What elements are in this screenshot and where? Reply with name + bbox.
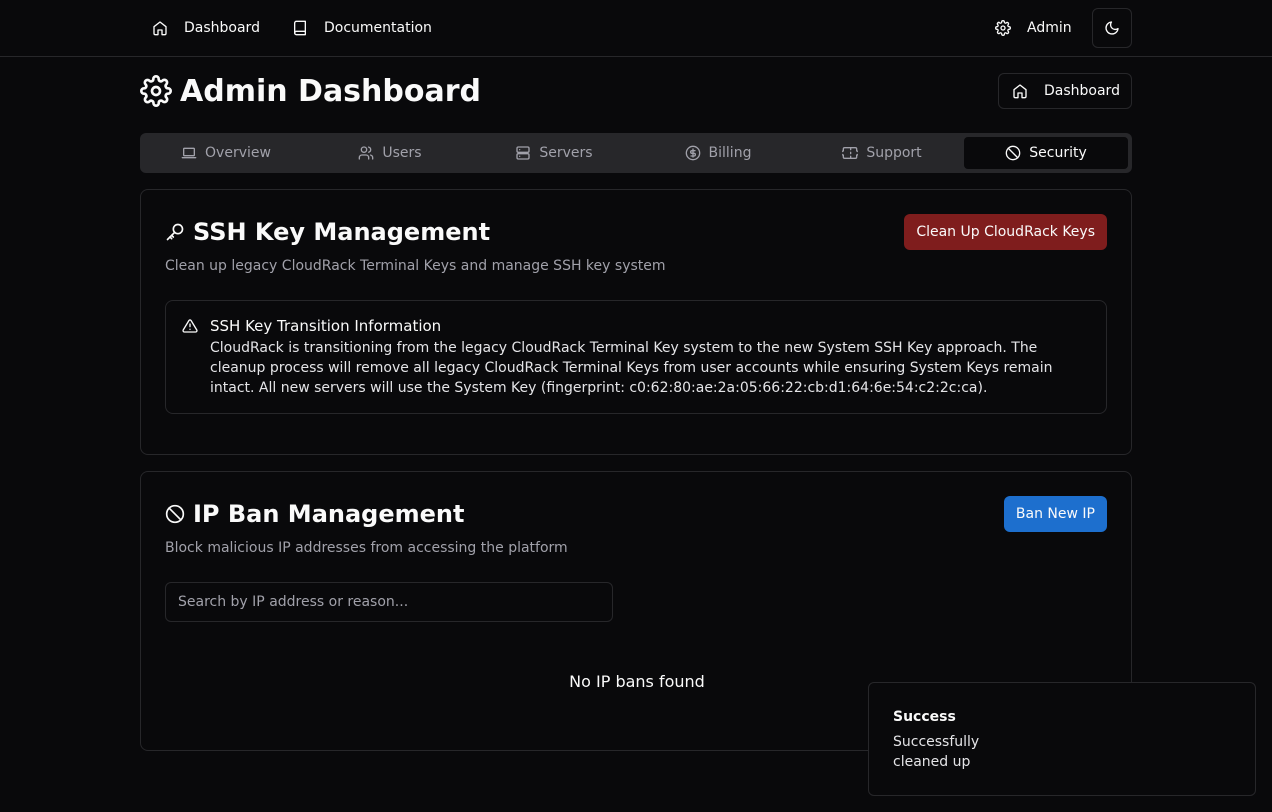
tab-label: Billing	[708, 145, 752, 161]
toast-message: Successfully cleaned up CloudRack Termin…	[893, 734, 980, 770]
ssh-transition-alert: SSH Key Transition Information CloudRack…	[165, 300, 1107, 414]
ssh-key-management-card: SSH Key Management Clean up legacy Cloud…	[140, 189, 1132, 455]
tab-servers[interactable]: Servers	[472, 137, 636, 169]
cleanup-keys-button[interactable]: Clean Up CloudRack Keys	[904, 214, 1107, 250]
nav-admin-link[interactable]: Admin	[995, 12, 1072, 44]
ssh-card-title-text: SSH Key Management	[193, 218, 491, 246]
page-title: Admin Dashboard	[140, 72, 481, 110]
ban-new-ip-button[interactable]: Ban New IP	[1003, 496, 1107, 532]
tab-security[interactable]: Security	[964, 137, 1128, 169]
top-navigation: Dashboard Documentation Admin	[0, 0, 1272, 57]
users-icon	[358, 145, 374, 161]
alert-body: CloudRack is transitioning from the lega…	[210, 340, 1053, 396]
home-icon	[1012, 83, 1028, 99]
ban-icon	[1005, 145, 1021, 161]
success-toast[interactable]: Success Successfully cleaned up CloudRac…	[868, 682, 1256, 796]
ticket-icon	[842, 145, 859, 161]
book-icon	[292, 20, 308, 36]
toast-title: Success	[893, 709, 956, 725]
tab-label: Servers	[539, 145, 593, 161]
home-icon	[152, 20, 168, 36]
tab-label: Support	[866, 145, 922, 161]
admin-tabs: Overview Users Servers Billing Support S…	[140, 133, 1132, 173]
nav-admin-label: Admin	[1027, 20, 1072, 36]
tab-users[interactable]: Users	[308, 137, 472, 169]
gear-icon	[995, 20, 1011, 36]
ip-card-title-text: IP Ban Management	[193, 500, 465, 528]
ssh-card-title: SSH Key Management	[165, 216, 490, 248]
ssh-card-description: Clean up legacy CloudRack Terminal Keys …	[165, 258, 666, 274]
key-icon	[165, 222, 185, 242]
tab-label: Security	[1029, 145, 1087, 161]
alert-title: SSH Key Transition Information	[210, 317, 442, 335]
ip-card-description: Block malicious IP addresses from access…	[165, 540, 568, 556]
tab-billing[interactable]: Billing	[636, 137, 800, 169]
page-title-text: Admin Dashboard	[180, 73, 481, 109]
ban-icon	[165, 504, 185, 524]
tab-support[interactable]: Support	[800, 137, 964, 169]
nav-dashboard-link[interactable]: Dashboard	[152, 12, 260, 44]
nav-dashboard-label: Dashboard	[184, 20, 260, 36]
ip-search-input[interactable]	[165, 582, 613, 622]
warning-icon	[182, 318, 198, 334]
dollar-circle-icon	[685, 145, 701, 161]
ip-card-title: IP Ban Management	[165, 498, 464, 530]
tab-label: Overview	[205, 145, 271, 161]
tab-overview[interactable]: Overview	[144, 137, 308, 169]
nav-documentation-label: Documentation	[324, 20, 432, 36]
tab-label: Users	[382, 145, 422, 161]
header-dashboard-button[interactable]: Dashboard	[998, 73, 1132, 109]
gear-icon	[140, 75, 172, 107]
server-icon	[515, 145, 531, 161]
laptop-icon	[181, 145, 197, 161]
nav-documentation-link[interactable]: Documentation	[292, 12, 432, 44]
header-dashboard-label: Dashboard	[1044, 83, 1120, 99]
theme-toggle-button[interactable]	[1092, 8, 1132, 48]
moon-icon	[1104, 20, 1120, 36]
